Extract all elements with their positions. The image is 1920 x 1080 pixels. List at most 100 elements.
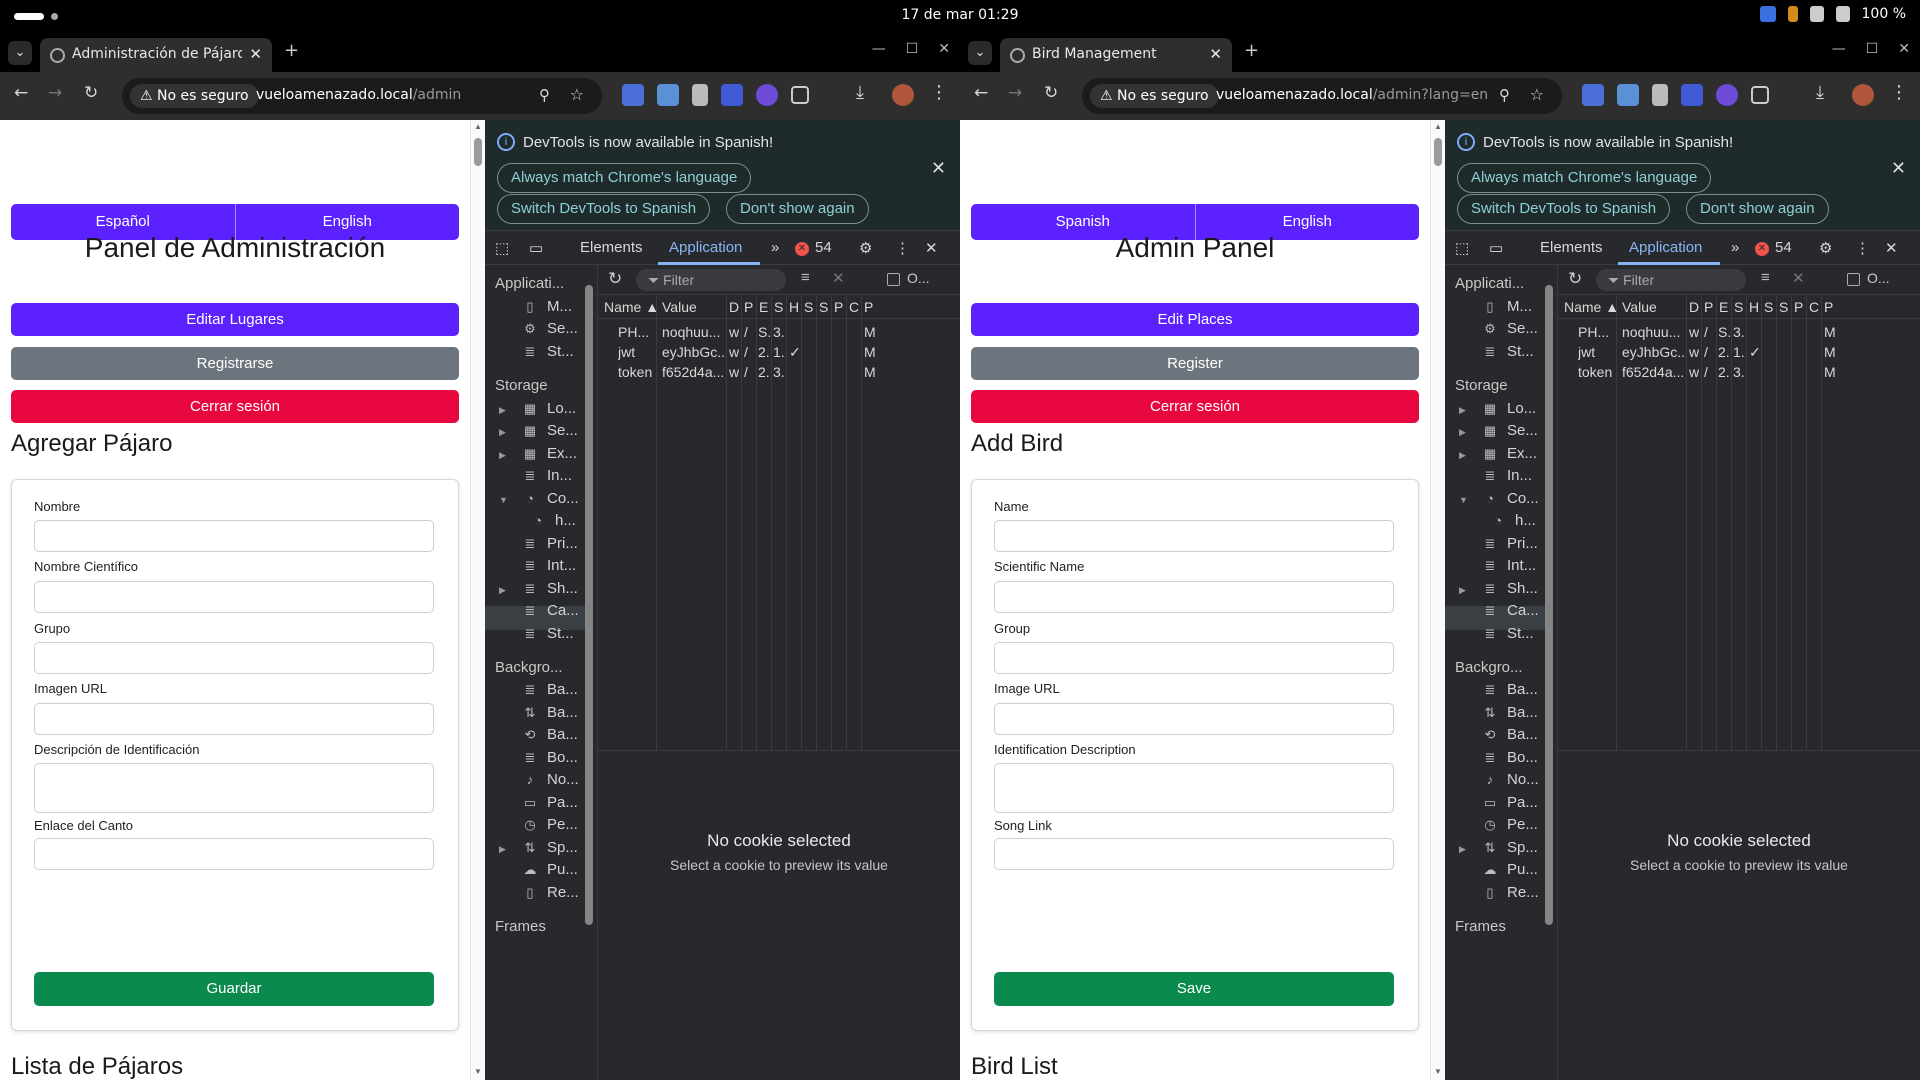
storage-buckets-item[interactable]: ≣ St...: [521, 625, 574, 642]
extension-storage-item[interactable]: ▦ Ex...: [1481, 445, 1537, 462]
cookie-name[interactable]: jwt: [1578, 344, 1595, 360]
browser-tab-active[interactable]: Administración de Pájaros ✕: [40, 38, 272, 72]
column-header-httponly[interactable]: H: [789, 299, 799, 315]
only-issues-checkbox[interactable]: [887, 273, 900, 286]
local-storage-item[interactable]: ▦ Lo...: [521, 400, 576, 417]
cookie-expires[interactable]: 2.: [758, 344, 770, 360]
payment-handler-item[interactable]: ▭ Pa...: [521, 794, 578, 811]
switch-language-button[interactable]: Switch DevTools to Spanish: [1457, 194, 1671, 224]
forward-arrow-icon[interactable]: →: [1008, 83, 1022, 103]
url-text[interactable]: vueloamenazado.local/admin: [256, 87, 461, 103]
tab-search-button[interactable]: ⌄: [8, 41, 32, 65]
application-section-header[interactable]: Applicati...: [495, 275, 564, 292]
scientific-name-input[interactable]: [34, 581, 434, 613]
column-header-cross-site[interactable]: C: [1809, 299, 1819, 315]
expand-arrow-icon[interactable]: ▶: [499, 405, 506, 416]
column-header-size[interactable]: S: [1734, 299, 1743, 315]
browser-tab-active[interactable]: Bird Management ✕: [1000, 38, 1232, 72]
cookie-name[interactable]: PH...: [1578, 324, 1609, 340]
expand-arrow-icon[interactable]: ▶: [1459, 405, 1466, 416]
bounce-tracking-item[interactable]: ≣ Bo...: [521, 749, 578, 766]
column-divider[interactable]: [1776, 295, 1777, 750]
column-header-value[interactable]: Value: [1622, 299, 1657, 315]
column-divider[interactable]: [756, 295, 757, 750]
security-chip[interactable]: ⚠ No es seguro: [1090, 84, 1219, 108]
cookie-size[interactable]: 3.: [773, 364, 785, 380]
song-link-input[interactable]: [34, 838, 434, 870]
column-header-secure[interactable]: S: [804, 299, 813, 315]
app-indicator-icon[interactable]: [1759, 6, 1776, 22]
tab-application[interactable]: Application: [669, 239, 742, 256]
close-devtools-icon[interactable]: ✕: [1885, 239, 1898, 257]
column-header-domain[interactable]: D: [729, 299, 739, 315]
purple-extension-icon[interactable]: [1716, 84, 1738, 106]
push-messaging-item[interactable]: ☁ Pu...: [521, 861, 578, 878]
cookies-item[interactable]: ◔ Co...: [521, 490, 579, 507]
background-fetch-item[interactable]: ⇅ Ba...: [521, 704, 578, 721]
speculative-loads-item[interactable]: ⇅ Sp...: [521, 839, 578, 856]
column-header-priority[interactable]: P: [864, 299, 873, 315]
service-workers-item[interactable]: ⚙ Se...: [521, 320, 578, 337]
close-tab-icon[interactable]: ✕: [249, 45, 262, 63]
clear-all-icon[interactable]: ≡: [1761, 269, 1770, 286]
shared-storage-item[interactable]: ≣ Sh...: [521, 580, 578, 597]
edit-places-button[interactable]: Edit Places: [971, 303, 1419, 336]
logout-button[interactable]: Cerrar sesión: [11, 390, 459, 423]
cookie-expires[interactable]: 2.: [1718, 344, 1730, 360]
cookie-expires[interactable]: 2.: [758, 364, 770, 380]
bookmark-star-icon[interactable]: ☆: [570, 85, 584, 104]
reporting-api-item[interactable]: ▯ Re...: [1481, 884, 1538, 901]
scroll-down-icon[interactable]: ▼: [1434, 1067, 1442, 1076]
settings-gear-icon[interactable]: ⚙: [1819, 239, 1832, 257]
cookie-name[interactable]: token: [1578, 364, 1612, 380]
cookie-expires[interactable]: S.: [758, 324, 771, 340]
scrollbar-thumb[interactable]: [474, 138, 482, 166]
expand-arrow-icon[interactable]: ▶: [1459, 450, 1466, 461]
song-link-input[interactable]: [994, 838, 1394, 870]
cookie-value[interactable]: noqhuu...: [1622, 324, 1684, 340]
column-divider[interactable]: [741, 295, 742, 750]
edit-places-button[interactable]: Editar Lugares: [11, 303, 459, 336]
maximize-button[interactable]: ☐: [1866, 41, 1879, 57]
cookie-path[interactable]: /: [1704, 344, 1708, 360]
error-count[interactable]: 54: [815, 239, 832, 256]
periodic-sync-item[interactable]: ◷ Pe...: [1481, 816, 1538, 833]
settings-gear-icon[interactable]: ⚙: [859, 239, 872, 257]
background-sync-item[interactable]: ⟲ Ba...: [1481, 726, 1538, 743]
expand-arrow-icon[interactable]: ▶: [499, 450, 506, 461]
security-chip[interactable]: ⚠ No es seguro: [130, 84, 259, 108]
column-header-path[interactable]: P: [1704, 299, 1713, 315]
address-bar[interactable]: ⚠ No es seguro vueloamenazado.local/admi…: [122, 78, 602, 114]
application-section-header[interactable]: Applicati...: [1455, 275, 1524, 292]
column-divider[interactable]: [801, 295, 802, 750]
device-toolbar-icon[interactable]: ▭: [529, 239, 543, 257]
cookie-priority[interactable]: M: [864, 324, 876, 340]
reload-icon[interactable]: ↻: [84, 83, 98, 103]
group-input[interactable]: [994, 642, 1394, 674]
cookie-priority[interactable]: M: [1824, 324, 1836, 340]
session-storage-item[interactable]: ▦ Se...: [521, 422, 578, 439]
system-clock[interactable]: 17 de mar 01:29: [0, 7, 1920, 23]
background-sync-item[interactable]: ⟲ Ba...: [521, 726, 578, 743]
scientific-name-input[interactable]: [994, 581, 1394, 613]
cookie-domain[interactable]: w: [1689, 364, 1699, 380]
cookie-filter-input[interactable]: ⏷ Filter: [636, 269, 786, 291]
private-state-tokens-item[interactable]: ≣ Pri...: [1481, 535, 1538, 552]
clear-all-icon[interactable]: ≡: [801, 269, 810, 286]
refresh-icon[interactable]: ↻: [1568, 269, 1582, 289]
group-input[interactable]: [34, 642, 434, 674]
column-divider[interactable]: [1701, 295, 1702, 750]
back-forward-cache-item[interactable]: ≣ Ba...: [1481, 681, 1538, 698]
sidebar-scrollbar[interactable]: [1545, 285, 1553, 925]
cookie-value[interactable]: f652d4a...: [662, 364, 724, 380]
column-header-expires[interactable]: E: [759, 299, 768, 315]
purple-extension-icon[interactable]: [756, 84, 778, 106]
s-extension-icon[interactable]: [657, 84, 679, 106]
column-divider[interactable]: [816, 295, 817, 750]
column-divider[interactable]: [831, 295, 832, 750]
column-divider[interactable]: [1731, 295, 1732, 750]
back-arrow-icon[interactable]: ←: [974, 83, 988, 103]
more-tabs-icon[interactable]: »: [1731, 239, 1739, 256]
column-header-httponly[interactable]: H: [1749, 299, 1759, 315]
dont-show-again-button[interactable]: Don't show again: [726, 194, 869, 224]
